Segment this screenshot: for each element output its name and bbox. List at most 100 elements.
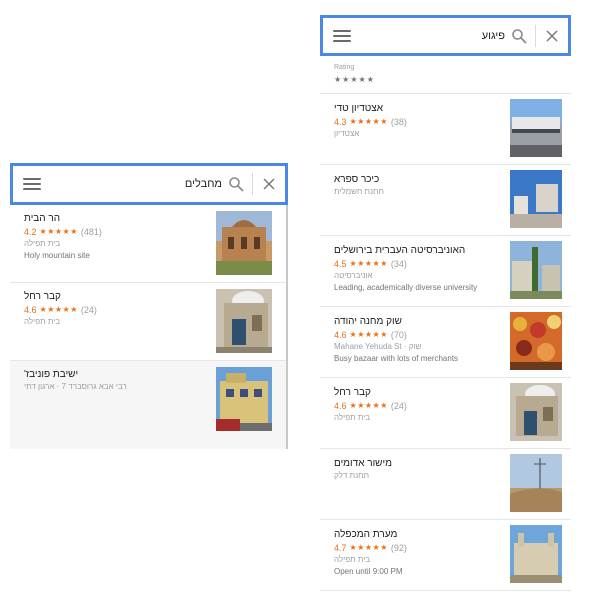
- result-info: הר הבית 4.2 ★★★★★ (481) בית תפילה Holy m…: [24, 211, 216, 282]
- result-thumbnail[interactable]: [510, 99, 562, 157]
- result-info: קבר רחל 4.6 ★★★★★ (24) בית תפילה: [24, 289, 216, 360]
- result-address: רבי אבא גרוסברד 7 · ארגון דתי: [24, 382, 127, 391]
- right-results-list: אצטדיון טדי 4.3 ★★★★★ (38) אצטדיון כיכר …: [320, 94, 571, 591]
- review-count: (70): [390, 330, 407, 340]
- rating-value: 4.3: [334, 117, 347, 127]
- result-info: האוניברסיטה העברית בירושלים 4.5 ★★★★★ (3…: [334, 243, 510, 306]
- result-rating: 4.6 ★★★★★ (24): [334, 400, 510, 412]
- result-item[interactable]: מערת המכפלה 4.7 ★★★★★ (92) בית תפילה Ope…: [320, 520, 571, 591]
- close-icon[interactable]: [263, 178, 275, 190]
- result-name: מישור אדומים: [334, 458, 392, 469]
- result-description: Holy mountain site: [24, 251, 90, 260]
- result-thumbnail[interactable]: [216, 367, 272, 431]
- result-name: קבר רחל: [334, 387, 371, 398]
- result-thumbnail[interactable]: [216, 289, 272, 353]
- result-item[interactable]: האוניברסיטה העברית בירושלים 4.5 ★★★★★ (3…: [320, 236, 571, 307]
- rating-value: 4.5: [334, 259, 347, 269]
- result-info: שוק מחנה יהודה 4.6 ★★★★★ (70) שוק · Maha…: [334, 314, 510, 377]
- result-thumbnail[interactable]: [510, 454, 562, 512]
- result-category: תחנת חשמלית: [334, 187, 384, 196]
- rating-filter[interactable]: Rating ★★★★★: [320, 56, 571, 94]
- review-count: (24): [80, 305, 97, 315]
- result-name: מערת המכפלה: [334, 529, 398, 540]
- rating-value: 4.2: [24, 227, 37, 237]
- review-count: (38): [390, 117, 407, 127]
- review-count: (481): [80, 227, 102, 237]
- result-thumbnail[interactable]: [216, 211, 272, 275]
- star-icon: ★★★★★: [349, 259, 388, 268]
- star-icon[interactable]: ★★★★★: [334, 75, 557, 84]
- result-name: כיכר ספרא: [334, 174, 380, 185]
- result-thumbnail[interactable]: [510, 241, 562, 299]
- left-results-list: הר הבית 4.2 ★★★★★ (481) בית תפילה Holy m…: [10, 205, 288, 449]
- star-icon: ★★★★★: [349, 330, 388, 339]
- result-rating: 4.6 ★★★★★ (24): [24, 304, 216, 316]
- star-icon: ★★★★★: [349, 543, 388, 552]
- search-icon[interactable]: [511, 28, 527, 44]
- result-item[interactable]: הר הבית 4.2 ★★★★★ (481) בית תפילה Holy m…: [10, 205, 286, 283]
- result-name: קבר רחל: [24, 291, 61, 302]
- result-item[interactable]: שוק מחנה יהודה 4.6 ★★★★★ (70) שוק · Maha…: [320, 307, 571, 378]
- search-divider: [252, 173, 253, 195]
- screenshot-stage: הר הבית 4.2 ★★★★★ (481) בית תפילה Holy m…: [0, 0, 600, 600]
- rating-filter-label: Rating: [334, 64, 355, 71]
- right-search-panel: Rating ★★★★★ אצטדיון טדי 4.3 ★★★★★ (38) …: [320, 15, 571, 593]
- result-name: האוניברסיטה העברית בירושלים: [334, 245, 466, 256]
- rating-value: 4.6: [334, 330, 347, 340]
- star-icon: ★★★★★: [39, 227, 78, 236]
- result-category: בית תפילה: [334, 413, 371, 422]
- rating-value: 4.6: [24, 305, 37, 315]
- result-description: Busy bazaar with lots of merchants: [334, 354, 459, 363]
- result-category: בית תפילה: [24, 317, 61, 326]
- result-info: מערת המכפלה 4.7 ★★★★★ (92) בית תפילה Ope…: [334, 527, 510, 590]
- result-name: ישיבת פוניבז': [24, 369, 79, 380]
- result-category: אוניברסיטה: [334, 271, 373, 280]
- result-category: אצטדיון: [334, 129, 360, 138]
- result-category: בית תפילה: [334, 555, 371, 564]
- search-icon[interactable]: [228, 176, 244, 192]
- review-count: (34): [390, 259, 407, 269]
- result-item[interactable]: מישור אדומים תחנת דלק: [320, 449, 571, 520]
- menu-icon[interactable]: [333, 29, 351, 42]
- star-icon: ★★★★★: [349, 117, 388, 126]
- result-thumbnail[interactable]: [510, 383, 562, 441]
- close-icon[interactable]: [546, 29, 558, 42]
- result-info: כיכר ספרא תחנת חשמלית: [334, 172, 510, 235]
- left-search-input[interactable]: [41, 166, 228, 202]
- result-name: הר הבית: [24, 213, 61, 224]
- rating-value: 4.7: [334, 543, 347, 553]
- result-item[interactable]: קבר רחל 4.6 ★★★★★ (24) בית תפילה: [10, 283, 286, 361]
- menu-icon[interactable]: [23, 178, 41, 190]
- result-item[interactable]: ישיבת פוניבז' רבי אבא גרוסברד 7 · ארגון …: [10, 361, 286, 449]
- result-item[interactable]: אצטדיון טדי 4.3 ★★★★★ (38) אצטדיון: [320, 94, 571, 165]
- result-name: שוק מחנה יהודה: [334, 316, 402, 327]
- star-icon: ★★★★★: [39, 305, 78, 314]
- result-category: שוק · Mahane Yehuda St: [334, 342, 422, 351]
- result-info: ישיבת פוניבז' רבי אבא גרוסברד 7 · ארגון …: [24, 367, 216, 449]
- search-divider: [535, 24, 536, 47]
- right-search-bar: [320, 15, 571, 56]
- result-item[interactable]: כיכר ספרא תחנת חשמלית: [320, 165, 571, 236]
- result-rating: 4.2 ★★★★★ (481): [24, 226, 216, 238]
- result-rating: 4.3 ★★★★★ (38): [334, 116, 510, 128]
- star-icon: ★★★★★: [349, 401, 388, 410]
- right-search-input[interactable]: [351, 18, 511, 53]
- left-search-panel: הר הבית 4.2 ★★★★★ (481) בית תפילה Holy m…: [10, 163, 288, 449]
- left-search-bar: [10, 163, 288, 205]
- rating-value: 4.6: [334, 401, 347, 411]
- result-thumbnail[interactable]: [510, 312, 562, 370]
- result-description: Leading, academically diverse university: [334, 283, 478, 292]
- result-item[interactable]: קבר רחל 4.6 ★★★★★ (24) בית תפילה: [320, 378, 571, 449]
- result-info: מישור אדומים תחנת דלק: [334, 456, 510, 519]
- result-thumbnail[interactable]: [510, 170, 562, 228]
- review-count: (24): [390, 401, 407, 411]
- result-name: אצטדיון טדי: [334, 103, 384, 114]
- result-description: Open until 9:00 PM: [334, 567, 403, 576]
- result-thumbnail[interactable]: [510, 525, 562, 583]
- result-rating: 4.5 ★★★★★ (34): [334, 258, 510, 270]
- result-category: תחנת דלק: [334, 471, 369, 480]
- result-category: בית תפילה: [24, 239, 61, 248]
- result-rating: 4.7 ★★★★★ (92): [334, 542, 510, 554]
- result-rating: 4.6 ★★★★★ (70): [334, 329, 510, 341]
- result-info: אצטדיון טדי 4.3 ★★★★★ (38) אצטדיון: [334, 101, 510, 164]
